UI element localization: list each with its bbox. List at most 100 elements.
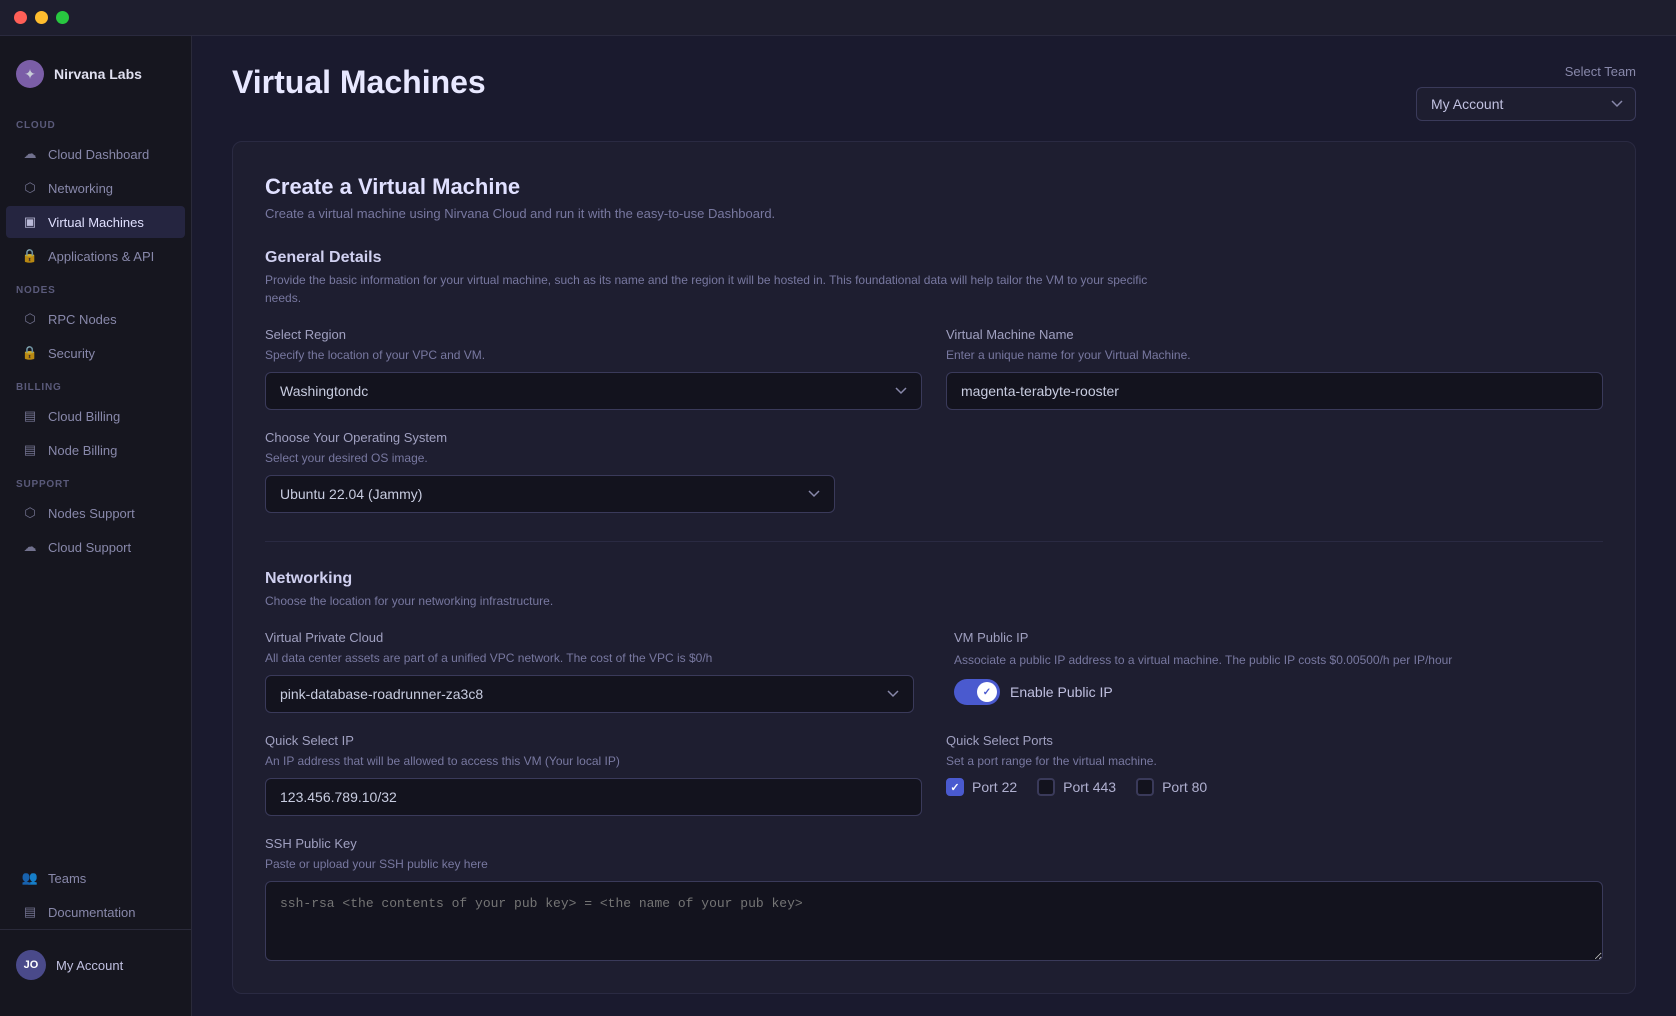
vpc-select-wrapper: pink-database-roadrunner-za3c8 [265, 675, 914, 713]
port-80-item[interactable]: Port 80 [1136, 778, 1207, 796]
ports-checkbox-group: Port 22 Port 443 Port 80 [946, 778, 1603, 796]
select-team-wrapper: Select Team My Account [1416, 64, 1636, 121]
window-chrome [0, 0, 1676, 36]
vpc-publicip-section: Virtual Private Cloud All data center as… [265, 630, 1603, 713]
sidebar-item-networking[interactable]: ⬡ Networking [6, 172, 185, 204]
public-ip-group: VM Public IP Associate a public IP addre… [954, 630, 1603, 713]
form-subtitle: Create a virtual machine using Nirvana C… [265, 206, 965, 221]
networking-desc: Choose the location for your networking … [265, 592, 1165, 610]
port-22-item[interactable]: Port 22 [946, 778, 1017, 796]
quick-select-ip-input[interactable] [265, 778, 922, 816]
toggle-knob [977, 682, 997, 702]
general-details-title: General Details [265, 249, 1603, 267]
cloud-support-icon: ☁ [22, 539, 38, 555]
logo-text: Nirvana Labs [54, 66, 142, 82]
region-name-row: Select Region Specify the location of yo… [265, 327, 1603, 410]
public-ip-hint: Associate a public IP address to a virtu… [954, 651, 1603, 669]
sidebar-item-teams[interactable]: 👥 Teams [6, 862, 185, 894]
sidebar-item-nodes-support[interactable]: ⬡ Nodes Support [6, 497, 185, 529]
port-22-checkbox[interactable] [946, 778, 964, 796]
ssh-key-label: SSH Public Key [265, 836, 1603, 851]
select-team-label: Select Team [1565, 64, 1636, 79]
sidebar-logo: ✦ Nirvana Labs [0, 52, 191, 108]
app-wrapper: ✦ Nirvana Labs CLOUD ☁ Cloud Dashboard ⬡… [0, 36, 1676, 1016]
public-ip-label: VM Public IP [954, 630, 1603, 645]
vm-name-group: Virtual Machine Name Enter a unique name… [946, 327, 1603, 410]
vpc-label: Virtual Private Cloud [265, 630, 914, 645]
page-header: Virtual Machines Select Team My Account [192, 36, 1676, 141]
port-80-label: Port 80 [1162, 779, 1207, 795]
sidebar-bottom: JO My Account [0, 929, 191, 1000]
rpc-icon: ⬡ [22, 311, 38, 327]
teams-icon: 👥 [22, 870, 38, 886]
sidebar-item-documentation[interactable]: ▤ Documentation [6, 896, 185, 928]
ssh-key-hint: Paste or upload your SSH public key here [265, 857, 1603, 871]
quick-select-ports-label: Quick Select Ports [946, 733, 1603, 748]
ip-ports-row: Quick Select IP An IP address that will … [265, 733, 1603, 816]
region-select[interactable]: Washingtondc New York Los Angeles London… [265, 372, 922, 410]
cloud-billing-icon: ▤ [22, 408, 38, 424]
sidebar-item-node-billing[interactable]: ▤ Node Billing [6, 434, 185, 466]
sidebar: ✦ Nirvana Labs CLOUD ☁ Cloud Dashboard ⬡… [0, 36, 192, 1016]
general-details-desc: Provide the basic information for your v… [265, 271, 1165, 307]
vpc-select[interactable]: pink-database-roadrunner-za3c8 [265, 675, 914, 713]
port-443-item[interactable]: Port 443 [1037, 778, 1116, 796]
sidebar-item-cloud-dashboard[interactable]: ☁ Cloud Dashboard [6, 138, 185, 170]
sidebar-item-applications-api[interactable]: 🔒 Applications & API [6, 240, 185, 272]
os-label: Choose Your Operating System [265, 430, 835, 445]
close-button[interactable] [14, 11, 27, 24]
sidebar-spacer [0, 564, 191, 861]
quick-select-ports-hint: Set a port range for the virtual machine… [946, 754, 1603, 768]
enable-public-ip-toggle[interactable] [954, 679, 1000, 705]
sidebar-item-cloud-billing[interactable]: ▤ Cloud Billing [6, 400, 185, 432]
docs-icon: ▤ [22, 904, 38, 920]
team-select[interactable]: My Account [1416, 87, 1636, 121]
port-443-checkbox[interactable] [1037, 778, 1055, 796]
sidebar-item-virtual-machines[interactable]: ▣ Virtual Machines [6, 206, 185, 238]
os-row: Choose Your Operating System Select your… [265, 430, 835, 513]
os-select-wrapper: Ubuntu 22.04 (Jammy) Ubuntu 20.04 (Focal… [265, 475, 835, 513]
region-select-wrapper: Washingtondc New York Los Angeles London… [265, 372, 922, 410]
section-divider [265, 541, 1603, 542]
avatar: JO [16, 950, 46, 980]
node-billing-icon: ▤ [22, 442, 38, 458]
section-label-cloud: CLOUD [0, 108, 191, 137]
user-name: My Account [56, 958, 123, 973]
region-label: Select Region [265, 327, 922, 342]
vpc-group: Virtual Private Cloud All data center as… [265, 630, 914, 713]
form-container: Create a Virtual Machine Create a virtua… [232, 141, 1636, 994]
cloud-icon: ☁ [22, 146, 38, 162]
quick-select-ip-hint: An IP address that will be allowed to ac… [265, 754, 922, 768]
ssh-key-textarea[interactable] [265, 881, 1603, 961]
quick-select-ip-label: Quick Select IP [265, 733, 922, 748]
os-select[interactable]: Ubuntu 22.04 (Jammy) Ubuntu 20.04 (Focal… [265, 475, 835, 513]
logo-icon: ✦ [16, 60, 44, 88]
vm-name-input[interactable] [946, 372, 1603, 410]
os-hint: Select your desired OS image. [265, 451, 835, 465]
security-icon: 🔒 [22, 345, 38, 361]
vm-name-label: Virtual Machine Name [946, 327, 1603, 342]
networking-title: Networking [265, 570, 1603, 588]
vm-icon: ▣ [22, 214, 38, 230]
maximize-button[interactable] [56, 11, 69, 24]
form-title: Create a Virtual Machine [265, 174, 1603, 200]
page-title: Virtual Machines [232, 64, 486, 101]
port-80-checkbox[interactable] [1136, 778, 1154, 796]
port-22-label: Port 22 [972, 779, 1017, 795]
user-profile[interactable]: JO My Account [6, 942, 185, 988]
minimize-button[interactable] [35, 11, 48, 24]
main-content: Virtual Machines Select Team My Account … [192, 36, 1676, 1016]
sidebar-item-security[interactable]: 🔒 Security [6, 337, 185, 369]
region-hint: Specify the location of your VPC and VM. [265, 348, 922, 362]
section-label-support: SUPPORT [0, 467, 191, 496]
vm-name-hint: Enter a unique name for your Virtual Mac… [946, 348, 1603, 362]
port-443-label: Port 443 [1063, 779, 1116, 795]
nodes-support-icon: ⬡ [22, 505, 38, 521]
ssh-key-group: SSH Public Key Paste or upload your SSH … [265, 836, 1603, 961]
os-group: Choose Your Operating System Select your… [265, 430, 835, 513]
toggle-label: Enable Public IP [1010, 684, 1113, 700]
quick-select-ports-group: Quick Select Ports Set a port range for … [946, 733, 1603, 816]
section-label-billing: BILLING [0, 370, 191, 399]
sidebar-item-cloud-support[interactable]: ☁ Cloud Support [6, 531, 185, 563]
sidebar-item-rpc-nodes[interactable]: ⬡ RPC Nodes [6, 303, 185, 335]
